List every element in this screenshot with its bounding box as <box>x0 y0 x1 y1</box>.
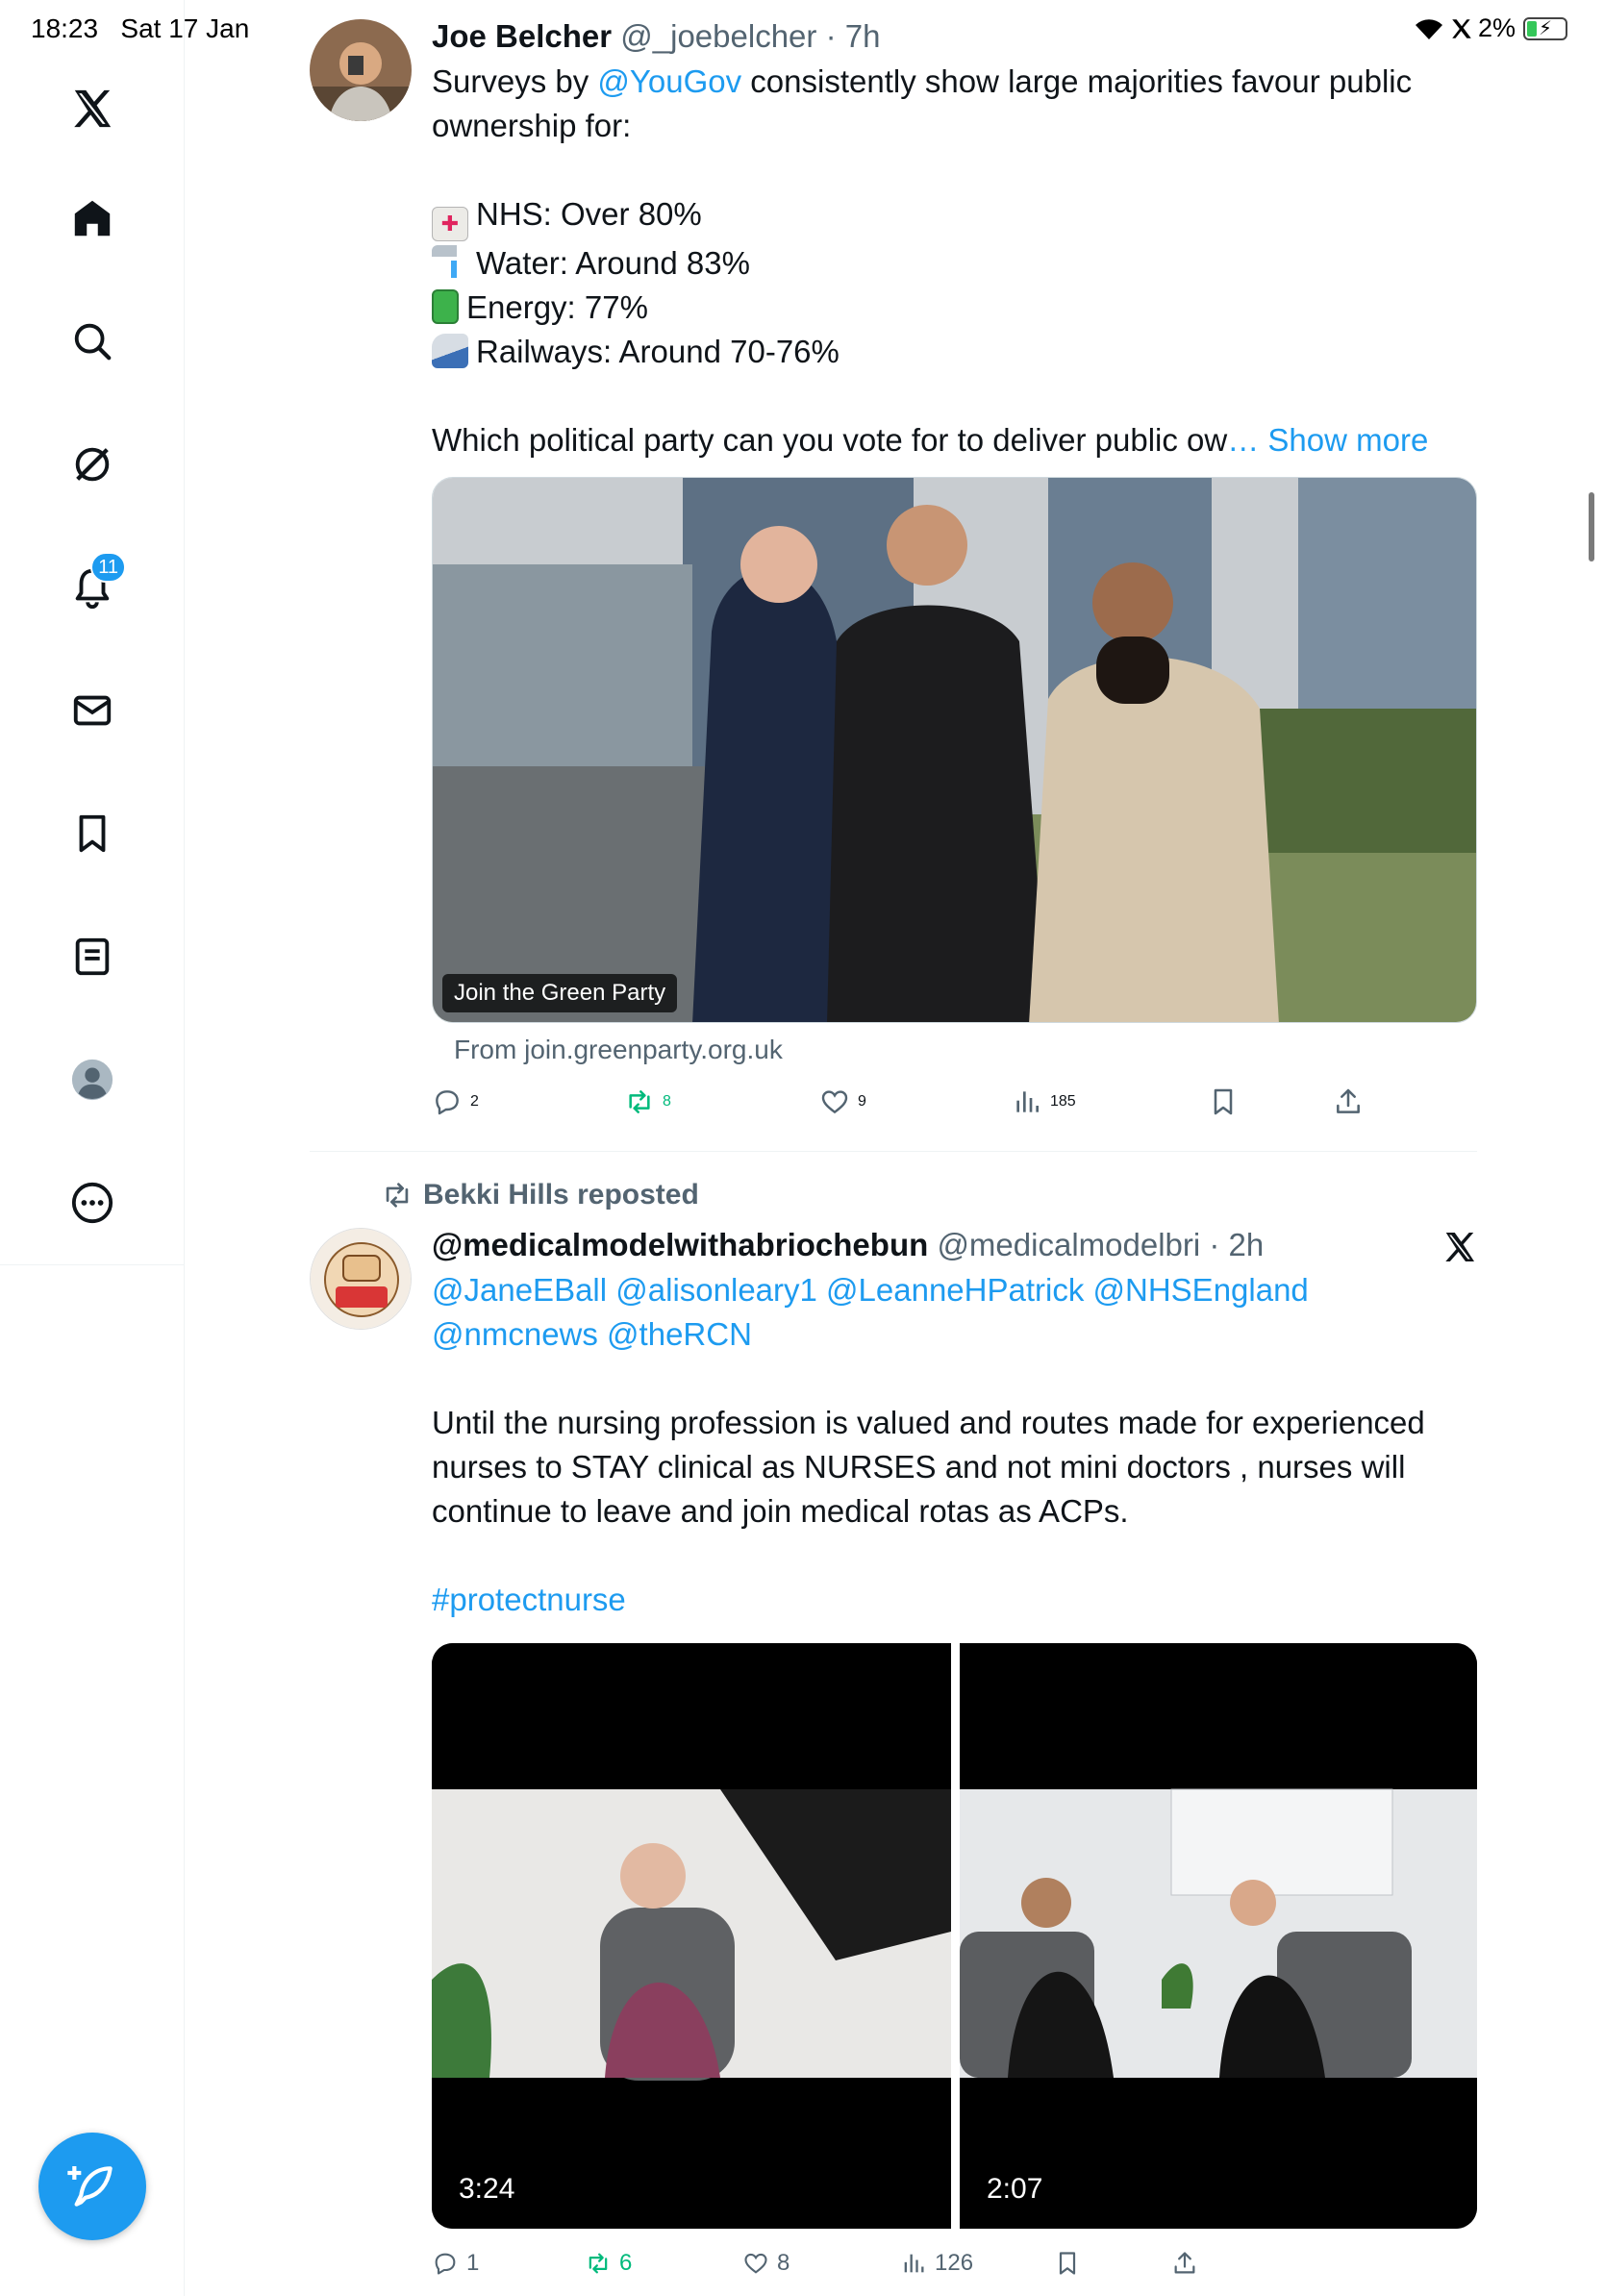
handle[interactable]: @medicalmodelbri <box>937 1227 1200 1262</box>
text-segment: Which political party can you vote for t… <box>432 422 1228 458</box>
share-icon <box>1337 1088 1360 1113</box>
repost-button[interactable]: 6 <box>585 2250 632 2277</box>
views-icon <box>904 2254 924 2273</box>
mentions-line[interactable]: @JaneEBall @alisonleary1 @LeanneHPatrick… <box>432 1268 1477 1312</box>
link-card-image[interactable]: Join the Green Party <box>432 477 1477 1023</box>
hospital-emoji-icon: ✚ <box>432 207 468 241</box>
sidebar-divider <box>0 1264 185 1265</box>
repost-context-icon <box>386 1183 409 1208</box>
bookmark-button[interactable] <box>1054 2250 1081 2277</box>
card-domain[interactable]: From join.greenparty.org.uk <box>454 1035 783 1065</box>
x-logo-icon[interactable] <box>1442 1230 1477 1264</box>
tweet-text: @JaneEBall @alisonleary1 @LeanneHPatrick… <box>432 1268 1477 1622</box>
reply-icon <box>435 2253 456 2275</box>
reply-button[interactable]: 1 <box>432 2250 479 2277</box>
reply-count: 1 <box>466 2250 480 2276</box>
mention-link[interactable]: @YouGov <box>597 63 741 99</box>
text-line: continue to leave and join medical rotas… <box>432 1493 1129 1529</box>
video-duration: 2:07 <box>987 2173 1043 2205</box>
x-logo-icon[interactable] <box>64 81 120 137</box>
tweet-separator <box>310 1151 1477 1152</box>
like-button[interactable]: 8 <box>742 2250 789 2277</box>
like-count: 8 <box>777 2250 790 2276</box>
tweet-text: Surveys by @YouGov consistently show lar… <box>432 60 1477 462</box>
reply-count: 2 <box>470 1093 479 1110</box>
video-frame-1 <box>432 1643 951 2229</box>
tweet-header: Joe Belcher @_joebelcher · 7h <box>432 17 1477 56</box>
notifications-icon[interactable]: 11 <box>64 552 126 615</box>
card-caption: Join the Green Party <box>442 974 678 1012</box>
text-segment: Surveys by <box>432 63 598 99</box>
battery-percent: 2% <box>1477 13 1516 42</box>
timestamp[interactable]: · 2h <box>1209 1227 1264 1262</box>
bookmark-button[interactable] <box>1208 1086 1239 1117</box>
battery-icon: ⚡ <box>1523 16 1567 40</box>
notifications-badge: 11 <box>90 552 126 583</box>
bookmark-icon <box>1059 2252 1076 2275</box>
text-line: Until the nursing profession is valued a… <box>432 1405 1425 1440</box>
like-count: 9 <box>858 1093 866 1110</box>
stat-line: Energy: 77% <box>432 286 1477 330</box>
profile-avatar-icon[interactable] <box>64 1052 120 1108</box>
views-count: 185 <box>1050 1093 1076 1110</box>
grok-icon[interactable] <box>64 437 120 492</box>
messages-icon[interactable] <box>64 683 120 738</box>
compose-post-button[interactable] <box>38 2133 146 2240</box>
like-button[interactable]: 9 <box>819 1086 866 1117</box>
handle[interactable]: @_joebelcher <box>620 18 816 54</box>
views-button[interactable]: 185 <box>1012 1086 1076 1117</box>
repost-icon <box>589 2253 608 2274</box>
reposted-by: Bekki Hills reposted <box>423 1179 699 1210</box>
video-thumbnail-2[interactable]: 2:07 <box>960 1643 1477 2229</box>
video-frame-2 <box>960 1643 1477 2229</box>
repost-icon <box>629 1090 650 1113</box>
train-emoji-icon <box>432 334 468 368</box>
avatar[interactable] <box>310 1228 412 1330</box>
video-thumbnail-1[interactable]: 3:24 <box>432 1643 951 2229</box>
card-photo <box>433 478 1476 1022</box>
tweet-joe-belcher[interactable]: Joe Belcher @_joebelcher · 7h Surveys by… <box>310 17 1477 1133</box>
text-segment: ownership for: <box>432 108 632 143</box>
timestamp[interactable]: · 7h <box>826 18 881 54</box>
home-icon[interactable] <box>64 190 120 246</box>
display-name[interactable]: Joe Belcher <box>432 18 612 54</box>
repost-count: 8 <box>663 1093 671 1110</box>
tweet-header: @medicalmodelwithabriochebun @medicalmod… <box>432 1226 1477 1264</box>
sidebar: 11 <box>0 0 185 2296</box>
stat-line: ✚ NHS: Over 80% <box>432 192 1477 241</box>
text-line: nurses to STAY clinical as NURSES and no… <box>432 1449 1406 1485</box>
avatar[interactable] <box>310 19 412 121</box>
heart-icon <box>821 1090 848 1114</box>
video-duration: 3:24 <box>459 2173 515 2205</box>
share-button[interactable] <box>1171 2250 1198 2277</box>
share-icon <box>1174 2252 1195 2274</box>
repost-count: 6 <box>619 2250 633 2276</box>
views-button[interactable]: 126 <box>900 2250 973 2277</box>
show-more-link[interactable]: … Show more <box>1227 422 1428 458</box>
heart-icon <box>744 2253 767 2274</box>
stat-line: Water: Around 83% <box>432 241 1477 286</box>
stat-line: Railways: Around 70-76% <box>432 330 1477 374</box>
share-button[interactable] <box>1333 1086 1364 1117</box>
bookmark-icon <box>1214 1088 1233 1115</box>
battery-emoji-icon <box>432 289 459 324</box>
lists-icon[interactable] <box>64 929 120 985</box>
display-name[interactable]: @medicalmodelwithabriochebun <box>432 1227 928 1262</box>
reply-icon <box>436 1090 459 1115</box>
repost-button[interactable]: 8 <box>624 1086 671 1117</box>
mentions-line[interactable]: @nmcnews @theRCN <box>432 1312 1477 1357</box>
text-segment: consistently show large majorities favou… <box>741 63 1413 99</box>
tap-water-emoji-icon <box>432 245 468 280</box>
scrollbar-thumb[interactable] <box>1589 492 1594 562</box>
views-icon <box>1016 1091 1039 1112</box>
search-icon[interactable] <box>64 313 120 369</box>
views-count: 126 <box>935 2250 974 2276</box>
bookmarks-icon[interactable] <box>64 806 120 861</box>
feather-plus-icon <box>67 2166 113 2207</box>
reply-button[interactable]: 2 <box>432 1086 479 1117</box>
repost-context[interactable]: Bekki Hills reposted <box>381 1179 699 1211</box>
hashtag-link[interactable]: #protectnurse <box>432 1578 1477 1622</box>
more-icon[interactable] <box>64 1175 120 1231</box>
